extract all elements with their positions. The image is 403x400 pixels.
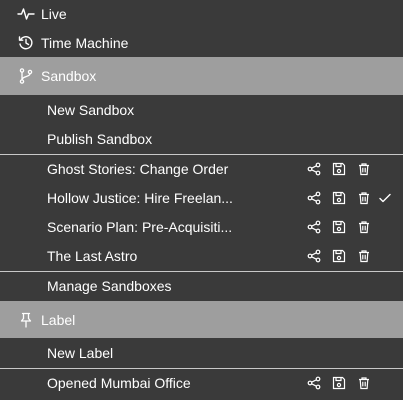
checkmark-icon: [377, 190, 393, 206]
git-branch-icon: [17, 67, 35, 85]
trash-icon[interactable]: [356, 161, 372, 177]
label-item-actions: [306, 375, 381, 391]
share-icon[interactable]: [306, 219, 322, 235]
save-icon[interactable]: [331, 219, 347, 235]
new-label-item[interactable]: New Label: [0, 343, 403, 363]
sandbox-item-actions: [306, 219, 381, 235]
manage-sandboxes-item[interactable]: Manage Sandboxes: [0, 276, 403, 296]
section-title: Sandbox: [41, 68, 97, 84]
pin-icon: [17, 311, 35, 329]
save-icon[interactable]: [331, 375, 347, 391]
sandbox-item-actions: [306, 161, 381, 177]
share-icon[interactable]: [306, 161, 322, 177]
trash-icon[interactable]: [356, 375, 372, 391]
label-item[interactable]: Opened Mumbai Office: [0, 373, 403, 393]
share-icon[interactable]: [306, 248, 322, 264]
menu-item-label: Publish Sandbox: [47, 131, 153, 147]
menu-item-label: New Label: [47, 345, 114, 361]
new-sandbox-item[interactable]: New Sandbox: [0, 100, 403, 120]
menu-item-live[interactable]: Live: [0, 4, 403, 24]
trash-icon[interactable]: [356, 219, 372, 235]
divider: [0, 271, 403, 272]
label-section-header: Label: [0, 301, 403, 338]
menu-item-label: Time Machine: [41, 35, 129, 51]
divider: [0, 368, 403, 369]
sandbox-item[interactable]: Hollow Justice: Hire Freelan...: [0, 188, 403, 208]
trash-icon[interactable]: [356, 248, 372, 264]
sandbox-item[interactable]: Scenario Plan: Pre-Acquisiti...: [0, 217, 403, 237]
share-icon[interactable]: [306, 190, 322, 206]
label-item-label: Opened Mumbai Office: [47, 375, 191, 391]
sandbox-section-header: Sandbox: [0, 57, 403, 95]
sandbox-item-label: Scenario Plan: Pre-Acquisiti...: [47, 219, 233, 235]
save-icon[interactable]: [331, 190, 347, 206]
divider: [0, 154, 403, 155]
save-icon[interactable]: [331, 161, 347, 177]
sandbox-item[interactable]: Ghost Stories: Change Order: [0, 159, 403, 179]
section-title: Label: [41, 311, 76, 328]
share-icon[interactable]: [306, 375, 322, 391]
menu-item-label: New Sandbox: [47, 102, 135, 118]
sandbox-item-label: Ghost Stories: Change Order: [47, 161, 229, 177]
sandbox-item[interactable]: The Last Astro: [0, 246, 403, 266]
history-icon: [17, 34, 35, 52]
pulse-icon: [17, 5, 35, 23]
trash-icon[interactable]: [356, 190, 372, 206]
menu-item-time-machine[interactable]: Time Machine: [0, 33, 403, 53]
sandbox-item-actions: [306, 248, 381, 264]
sandbox-item-label: The Last Astro: [47, 248, 138, 264]
menu-item-label: Live: [41, 6, 67, 22]
sandbox-item-label: Hollow Justice: Hire Freelan...: [47, 190, 233, 206]
save-icon[interactable]: [331, 248, 347, 264]
sandbox-item-actions: [306, 190, 381, 206]
publish-sandbox-item[interactable]: Publish Sandbox: [0, 129, 403, 149]
menu-item-label: Manage Sandboxes: [47, 278, 172, 294]
